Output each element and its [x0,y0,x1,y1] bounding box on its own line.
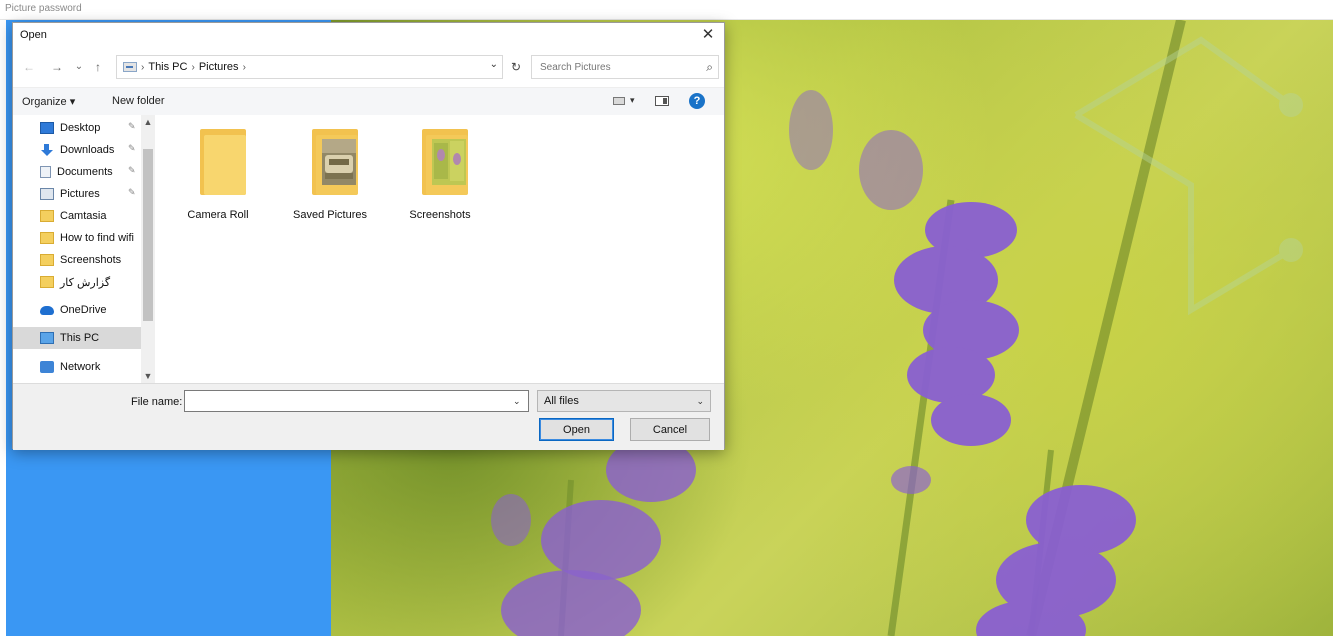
network-icon [40,361,54,373]
cancel-button[interactable]: Cancel [630,418,710,441]
folder-icon [422,129,468,195]
sidebar-item-desktop[interactable]: Desktop ✎ [13,117,141,139]
breadcrumb-separator: › [141,61,145,73]
scrollbar-thumb[interactable] [143,149,153,321]
downloads-icon [40,144,54,156]
breadcrumb-separator: › [191,61,195,73]
sidebar-item-label: How to find wifi [60,232,134,244]
file-name-input[interactable] [184,390,529,412]
breadcrumb-separator[interactable]: › [243,62,246,73]
sidebar-item-label: Camtasia [60,210,107,222]
address-bar[interactable]: › This PC › Pictures › ⌄ [116,55,503,79]
onedrive-icon [40,305,54,315]
sidebar-item-label: گزارش کار [60,276,111,289]
sidebar-item-label: Desktop [60,122,101,134]
folder-name: Saved Pictures [293,209,367,221]
search-box[interactable]: Search Pictures ⌕ [531,55,719,79]
folder-icon [40,276,54,288]
folder-tile-camera-roll[interactable]: Camera Roll [170,129,266,229]
sidebar-item-pictures[interactable]: Pictures ✎ [13,183,141,205]
sidebar-item-how-to-find-wifi[interactable]: How to find wifi [13,227,141,249]
address-dropdown-icon[interactable]: ⌄ [490,59,498,70]
open-file-dialog: Open ✕ ← → ⌄ ↑ › This PC › Pictures › ⌄ … [12,22,725,450]
navigation-pane: Desktop ✎ Downloads ✎ Documents ✎ Pictur… [13,115,156,383]
sidebar-item-label: This PC [60,332,100,344]
sidebar-item-label: Network [60,361,101,373]
chevron-down-icon: ⌄ [696,396,704,406]
sidebar-item-label: Documents [57,166,113,178]
recent-locations-chevron-icon[interactable]: ⌄ [71,58,87,76]
sidebar-item-label: Pictures [60,188,100,200]
organize-menu-button[interactable]: Organize ▾ [22,95,75,108]
file-list-view: Camera Roll Saved Pictures Screenshots [158,115,724,383]
sidebar-item-label: Screenshots [60,254,122,266]
breadcrumb-this-pc[interactable]: This PC [148,61,187,73]
sidebar-item-work-report[interactable]: گزارش کار [13,271,141,293]
this-pc-icon [40,332,54,344]
folder-icon [40,210,54,222]
search-icon[interactable]: ⌕ [706,60,713,75]
up-arrow-icon[interactable]: ↑ [90,58,106,76]
sidebar-item-label: OneDrive [60,304,107,316]
new-folder-button[interactable]: New folder [112,95,165,107]
desktop-icon [40,122,54,134]
sidebar-item-this-pc[interactable]: This PC [13,327,141,349]
view-options-dropdown-icon[interactable]: ▾ [630,95,635,106]
file-type-value: All files [544,395,579,407]
sidebar-item-onedrive[interactable]: OneDrive [13,299,141,321]
folder-icon [40,254,54,266]
folder-icon [312,129,358,195]
dialog-title-bar: Open ✕ [13,23,724,47]
breadcrumb-pictures[interactable]: Pictures [199,61,239,73]
window-title: Picture password [5,3,82,14]
window-title-bar: Picture password [0,0,1333,20]
folder-name: Camera Roll [187,209,249,221]
file-name-label: File name: [131,396,183,408]
folder-icon [40,232,54,244]
forward-arrow-icon[interactable]: → [49,58,65,76]
sidebar-item-camtasia[interactable]: Camtasia [13,205,141,227]
scroll-up-icon[interactable]: ▲ [141,117,155,127]
navigation-bar: ← → ⌄ ↑ › This PC › Pictures › ⌄ ↻ Searc… [13,53,724,81]
preview-pane-icon[interactable] [655,96,669,106]
documents-icon [40,166,51,178]
command-toolbar: Organize ▾ New folder ▾ ? [13,87,724,115]
change-view-icon[interactable] [613,97,625,105]
open-button[interactable]: Open [539,418,614,441]
refresh-icon[interactable]: ↻ [505,55,527,79]
close-icon[interactable]: ✕ [695,23,721,47]
breadcrumb: › This PC › Pictures › [123,61,246,73]
pin-icon: ✎ [128,143,136,153]
pictures-icon [40,188,54,200]
help-icon[interactable]: ? [689,93,705,109]
sidebar-item-downloads[interactable]: Downloads ✎ [13,139,141,161]
back-arrow-icon[interactable]: ← [21,58,37,76]
scroll-down-icon[interactable]: ▼ [141,371,155,381]
pin-icon: ✎ [128,165,136,175]
sidebar-scrollbar[interactable]: ▲ ▼ [141,115,155,383]
folder-tile-saved-pictures[interactable]: Saved Pictures [282,129,378,229]
pin-icon: ✎ [128,187,136,197]
folder-name: Screenshots [409,209,471,221]
file-name-dropdown-icon[interactable]: ⌄ [513,396,521,407]
dialog-title: Open [20,29,47,41]
sidebar-item-documents[interactable]: Documents ✎ [13,161,141,183]
folder-tile-screenshots[interactable]: Screenshots [392,129,488,229]
sidebar-item-network[interactable]: Network [13,356,141,378]
dialog-footer: File name: ⌄ All files ⌄ Open Cancel [13,383,724,450]
file-type-select[interactable]: All files ⌄ [537,390,711,412]
pin-icon: ✎ [128,121,136,131]
sidebar-item-screenshots[interactable]: Screenshots [13,249,141,271]
sidebar-item-label: Downloads [60,144,115,156]
pictures-library-icon [123,62,137,72]
folder-icon [200,129,246,195]
search-placeholder: Search Pictures [540,62,611,73]
